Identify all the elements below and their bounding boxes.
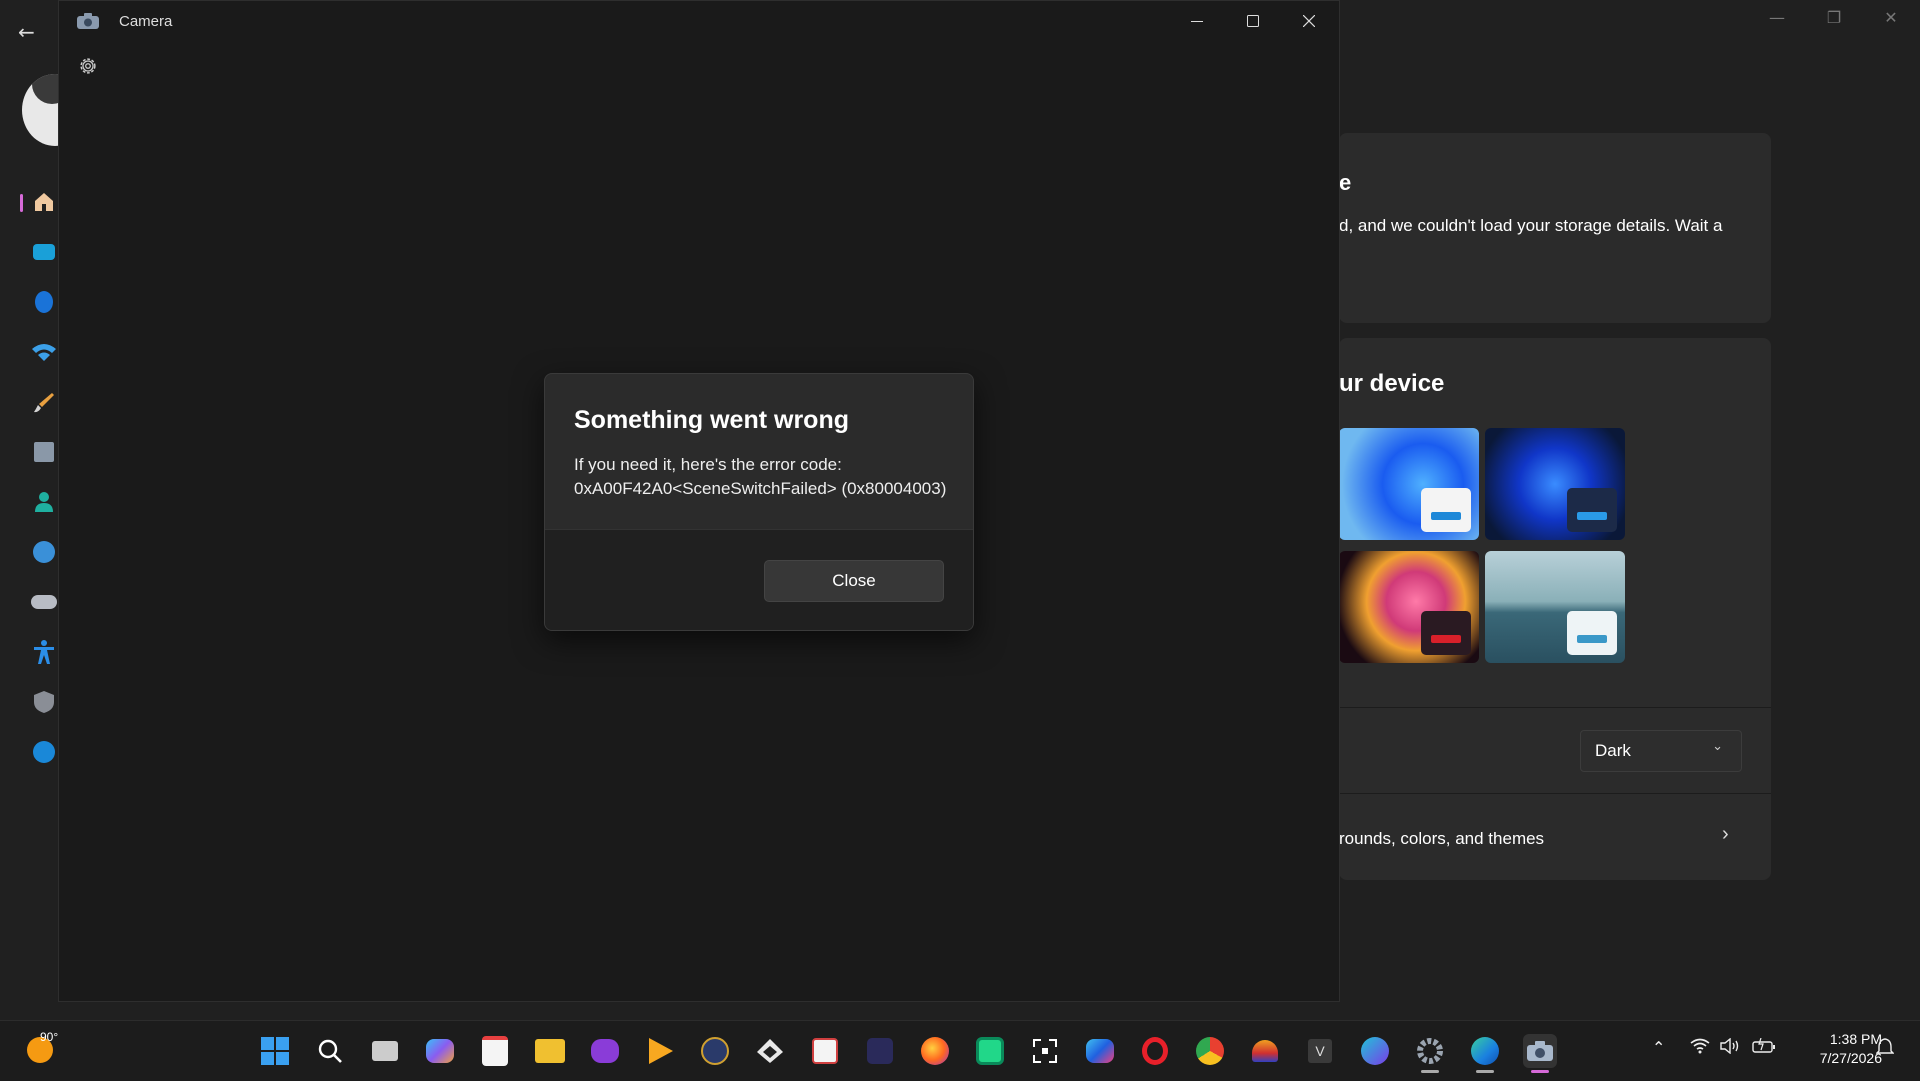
app-icon[interactable] [1248,1034,1282,1068]
maximize-icon [1247,15,1259,27]
clipchamp-icon[interactable] [588,1034,622,1068]
start-button-icon[interactable] [258,1034,292,1068]
back-arrow-icon[interactable]: ← [18,20,42,44]
volume-icon[interactable] [1720,1037,1740,1058]
chevron-right-icon[interactable]: › [1722,823,1729,846]
clock-time: 1:38 PM [1829,1031,1882,1047]
theme-thumbnail-windows-dark[interactable] [1485,428,1625,540]
notification-bell-icon[interactable] [1875,1038,1895,1060]
inkscape-icon[interactable] [753,1034,787,1068]
running-indicator [1476,1070,1494,1073]
weather-temperature: 90° [40,1030,59,1044]
minimize-button[interactable] [1169,3,1225,39]
color-mode-dropdown[interactable]: Dark ⌄ [1580,730,1742,772]
canva-icon[interactable] [1358,1034,1392,1068]
chevron-up-icon[interactable]: ⌃ [1652,1038,1665,1057]
row-divider [1339,707,1771,708]
window-title: Camera [119,13,173,30]
snipping-tool-icon[interactable] [808,1034,842,1068]
game-app-icon[interactable] [698,1034,732,1068]
minimize-icon[interactable]: — [1757,8,1797,27]
editor-app-icon[interactable] [863,1034,897,1068]
chrome-icon[interactable] [1193,1034,1227,1068]
dialog-title: Something went wrong [574,406,849,434]
microsoft-365-icon[interactable] [1083,1034,1117,1068]
camera-taskbar-icon[interactable] [1523,1034,1557,1068]
close-icon [1303,15,1315,27]
restore-icon[interactable]: ❐ [1814,8,1854,27]
task-view-icon[interactable] [368,1034,402,1068]
copilot-icon[interactable] [423,1034,457,1068]
wifi-icon[interactable] [1690,1038,1710,1058]
chevron-down-icon: ⌄ [1712,739,1723,754]
settings-gear-icon[interactable] [77,55,99,77]
theme-thumbnail-captured-motion[interactable] [1485,551,1625,663]
minimize-icon [1191,21,1203,22]
row-divider [1339,793,1771,794]
color-mode-value: Dark [1595,741,1631,760]
close-icon[interactable]: ✕ [1871,8,1911,27]
firefox-icon[interactable] [918,1034,952,1068]
battery-icon[interactable] [1752,1037,1776,1058]
error-dialog: Something went wrong If you need it, her… [544,373,974,631]
storage-card-message: d, and we couldn't load your storage det… [1339,216,1723,235]
camera-window: Camera Something went wrong If you need … [58,0,1340,1002]
active-app-indicator [1531,1070,1549,1073]
file-explorer-icon[interactable] [533,1034,567,1068]
camera-app-icon [77,13,99,29]
close-window-button[interactable] [1281,3,1337,39]
device-card-heading: ur device [1339,370,1445,397]
dialog-error-code: 0xA00F42A0<SceneSwitchFailed> (0x8000400… [574,479,947,498]
screen-capture-icon[interactable] [1028,1034,1062,1068]
edge-icon[interactable] [1468,1034,1502,1068]
dialog-footer: Close [545,529,973,630]
dialog-message-line1: If you need it, here's the error code: [574,455,842,474]
media-player-icon[interactable] [643,1034,677,1068]
vim-icon[interactable]: V [1303,1034,1337,1068]
running-indicator [1421,1070,1439,1073]
theme-thumbnail-glow[interactable] [1339,551,1479,663]
maximize-button[interactable] [1225,3,1281,39]
microsoft-store-icon[interactable] [478,1034,512,1068]
search-icon[interactable] [313,1034,347,1068]
storage-card-heading: e [1339,170,1352,195]
pycharm-icon[interactable] [973,1034,1007,1068]
theme-thumbnail-windows-light[interactable] [1339,428,1479,540]
personalization-link-label[interactable]: rounds, colors, and themes [1339,829,1544,849]
clock-date: 7/27/2026 [1819,1050,1882,1066]
settings-taskbar-icon[interactable] [1413,1034,1447,1068]
opera-icon[interactable] [1138,1034,1172,1068]
close-button[interactable]: Close [764,560,944,602]
taskbar-clock[interactable]: 1:38 PM 7/27/2026 [1820,1030,1882,1068]
